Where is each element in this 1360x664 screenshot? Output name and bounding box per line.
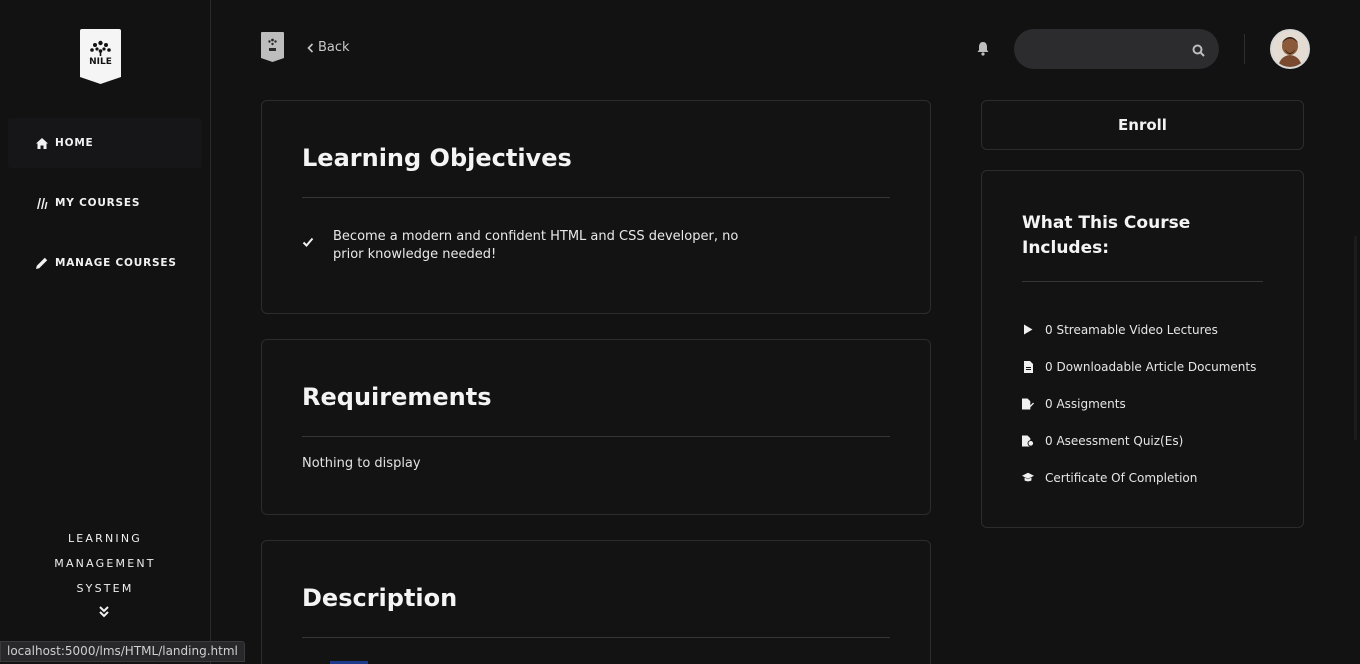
include-label: 0 Assigments [1045,396,1126,411]
assignment-icon [1022,397,1034,410]
checkmark-icon [302,233,314,247]
objective-text: Become a modern and confident HTML and C… [333,229,739,262]
requirements-title: Requirements [302,383,492,411]
books-icon [36,197,48,209]
enroll-button[interactable]: Enroll [981,100,1304,150]
description-title: Description [302,584,458,612]
nile-logo[interactable]: NILE [80,29,121,84]
sidebar-item-label: MY COURSES [55,197,141,209]
divider [1022,281,1263,282]
course-logo-icon [261,32,284,62]
caption-line-1: LEARNING [67,532,143,545]
pencil-icon [36,257,48,269]
bell-icon[interactable] [976,41,990,56]
sidebar-item-label: MANAGE COURSES [55,257,177,269]
header-divider [1244,34,1245,64]
list-item: Become a modern and confident HTML and C… [302,228,743,264]
include-label: Certificate Of Completion [1045,470,1198,485]
include-label: 0 Downloadable Article Documents [1045,359,1257,374]
list-item: Certificate Of Completion [1022,459,1256,496]
course-includes-title: What This Course Includes: [1022,213,1191,258]
quiz-icon [1022,434,1034,447]
back-label: Back [318,40,350,55]
caption-line-2: MANAGEMENT [54,557,156,570]
sidebar-item-label: HOME [55,137,94,149]
logo-text: NILE [89,57,112,67]
search-icon[interactable] [1192,42,1205,57]
divider [302,197,890,198]
search-box [1014,29,1219,69]
list-item: 0 Assigments [1022,385,1256,422]
sidebar: NILE HOME MY COURSES MANAGE COURSES LEAR… [0,0,211,664]
browser-status-url: localhost:5000/lms/HTML/landing.html [0,641,245,662]
document-icon [1022,360,1034,373]
learning-objectives-card: Learning Objectives Become a modern and … [261,100,931,314]
graduation-cap-icon [1022,472,1034,484]
include-label: 0 Aseessment Quiz(Es) [1045,433,1184,448]
include-label: 0 Streamable Video Lectures [1045,322,1218,337]
description-card: Description [261,540,931,664]
learning-objectives-title: Learning Objectives [302,144,572,172]
list-item: 0 Downloadable Article Documents [1022,348,1256,385]
play-icon [1022,324,1034,336]
divider [302,436,890,437]
list-item: 0 Streamable Video Lectures [1022,311,1256,348]
caption-line-3: SYSTEM [76,582,134,595]
course-includes-list: 0 Streamable Video Lectures 0 Downloadab… [1022,311,1256,496]
course-includes-card: What This Course Includes: 0 Streamable … [981,170,1304,528]
chevron-left-icon [307,42,314,53]
double-chevron-down-icon[interactable] [97,604,111,618]
sidebar-item-my-courses[interactable]: MY COURSES [8,178,202,228]
divider [302,637,890,638]
scrollbar[interactable] [1354,236,1357,440]
requirements-card: Requirements Nothing to display [261,339,931,515]
list-item: 0 Aseessment Quiz(Es) [1022,422,1256,459]
back-link[interactable]: Back [307,40,350,55]
sidebar-item-manage-courses[interactable]: MANAGE COURSES [8,238,202,288]
home-icon [36,137,48,149]
requirements-empty-text: Nothing to display [302,456,421,471]
avatar[interactable] [1270,29,1310,69]
sidebar-item-home[interactable]: HOME [8,118,202,168]
search-input[interactable] [1028,29,1188,69]
